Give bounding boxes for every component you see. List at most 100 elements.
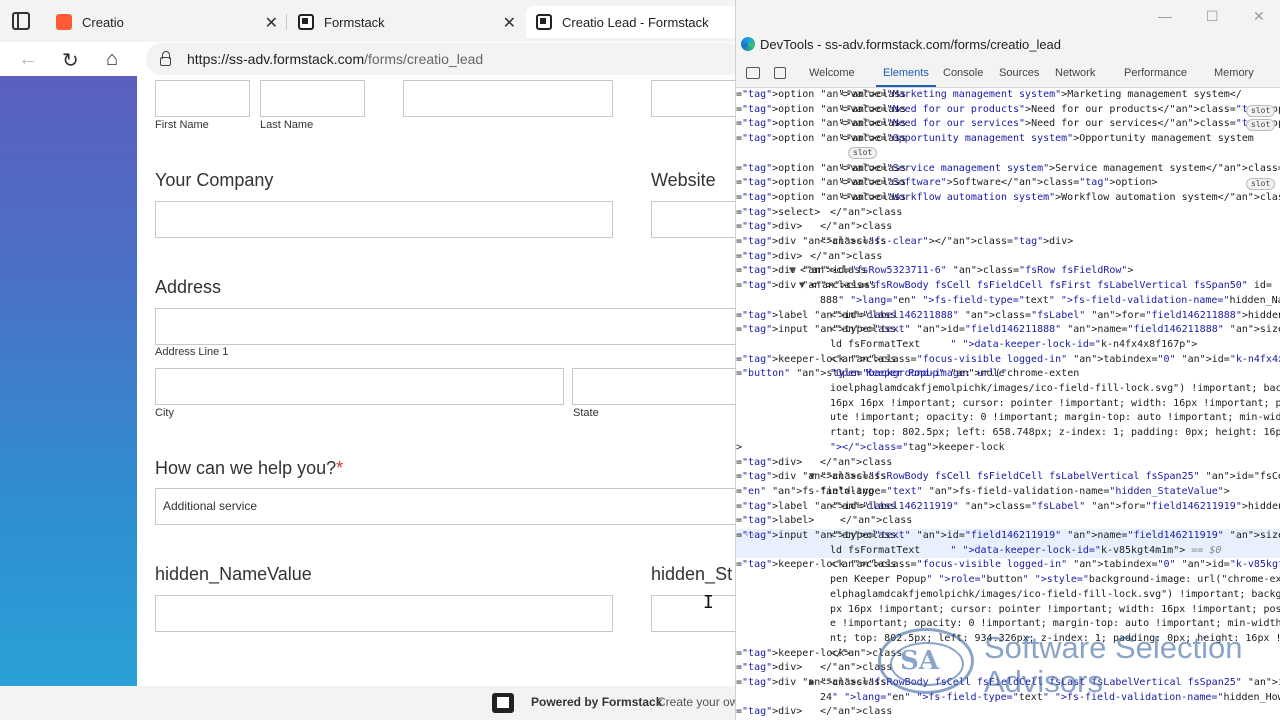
url-field[interactable]: https://ss-adv.formstack.com/forms/creat…: [146, 43, 746, 75]
close-icon[interactable]: ✕: [503, 13, 516, 33]
powered-by-text: Powered by Formstack: [531, 695, 663, 709]
close-window-icon[interactable]: ✕: [1253, 8, 1265, 25]
dom-tree-line[interactable]: <"an">class ="tag">option "an">value="Sof…: [736, 176, 1280, 191]
watermark: SA Software Selection Advisors: [878, 624, 1278, 720]
dom-tree-line[interactable]: <"an">class ="tag">div "an">class="fs-cle…: [736, 235, 1280, 250]
dom-tree-line[interactable]: <"an">class ="tag">option "an">value="Wor…: [736, 191, 1280, 206]
browser-tab-bar: Creatio ✕ Formstack ✕ Creatio Lead - For…: [0, 0, 766, 42]
dom-tree-line[interactable]: rtant; top: 802.5px; left: 658.748px; z-…: [736, 426, 1280, 441]
watermark-line2: Advisors: [984, 664, 1103, 699]
dom-tree-line[interactable]: <"an">class ="tag">input "an">type="text"…: [736, 323, 1280, 338]
dom-tree-line[interactable]: 16px 16px !important; cursor: pointer !i…: [736, 397, 1280, 412]
state-input[interactable]: [572, 368, 735, 405]
state-sublabel: State: [573, 407, 599, 419]
dom-tree-line[interactable]: "Open Keeper Popup" "an">role ="button" "…: [736, 367, 1280, 382]
last-name-input[interactable]: [260, 80, 365, 117]
dom-tree-line[interactable]: elphaglamdcakfjemolpichk/images/ico-fiel…: [736, 588, 1280, 603]
dom-tree-line[interactable]: <"an">class ="tag">option "an">value="Mar…: [736, 88, 1280, 103]
create-your-own-link[interactable]: Create your own: [657, 695, 735, 709]
hidden-name-label: hidden_NameValue: [155, 564, 312, 584]
formstack-favicon-icon: [536, 14, 552, 30]
creatio-favicon-icon: [56, 14, 72, 30]
dom-tree-line[interactable]: <"an">class ="tag">option "an">value="Nee…: [736, 103, 1280, 118]
dom-tree-line[interactable]: </"an">class ="tag">label>: [736, 514, 1280, 529]
tab-performance[interactable]: Performance: [1124, 67, 1187, 79]
address-line1-input[interactable]: [155, 308, 735, 345]
company-input[interactable]: [155, 201, 613, 238]
name-extra-input[interactable]: [403, 80, 613, 117]
dom-tree-line[interactable]: pen Keeper Popup" ">role="button" ">styl…: [736, 573, 1280, 588]
home-icon[interactable]: ⌂: [106, 48, 118, 71]
device-toolbar-icon[interactable]: [774, 67, 786, 79]
dom-tree-line[interactable]: "an">lang ="en" "an">fs-field-type="text"…: [736, 485, 1280, 500]
dom-tree-line[interactable]: <"an">class ="tag">label "an">id="label14…: [736, 500, 1280, 515]
tab-elements[interactable]: Elements: [883, 67, 929, 79]
devtools-titlebar: — ☐ ✕ DevTools - ss-adv.formstack.com/fo…: [736, 0, 1280, 58]
web-page: First Name Last Name Your Company Websit…: [0, 76, 735, 720]
page-background-gradient: [0, 76, 137, 686]
dom-tree-line[interactable]: px 16px !important; cursor: pointer !imp…: [736, 603, 1280, 618]
tab-formstack[interactable]: Formstack ✕: [288, 6, 524, 38]
dom-tree-line[interactable]: <"an">class ="tag">option "an">value="Opp…: [736, 132, 1280, 147]
dom-tree-line[interactable]: ▼ <"an">class ="tag">div "an">class="fsRow…: [736, 470, 1280, 485]
dom-tree-line[interactable]: <"an">class ="tag">option "an">value="Ser…: [736, 162, 1280, 177]
dom-tree-line[interactable]: slot: [736, 146, 1280, 162]
watermark-line1: Software Selection: [984, 630, 1243, 665]
url-host: https://ss-adv.formstack.com: [187, 51, 365, 67]
dom-tree-line[interactable]: ▼ <"an">class ="tag">div "an">id="fsRow532…: [736, 264, 1280, 279]
dom-tree-line[interactable]: "></">class="tag">keeper-lock >: [736, 441, 1280, 456]
first-name-input[interactable]: [155, 80, 250, 117]
text-cursor-icon: I: [703, 592, 714, 613]
refresh-icon[interactable]: ↻: [62, 48, 79, 73]
address-line1-sublabel: Address Line 1: [155, 346, 229, 358]
help-label: How can we help you?*: [155, 458, 343, 479]
required-marker: *: [336, 458, 344, 478]
dom-tree-line[interactable]: <"an">class ="tag">keeper-lock "an">class…: [736, 558, 1280, 573]
tab-title: Creatio Lead - Formstack: [562, 14, 709, 30]
dom-tree-line[interactable]: <"an">class ="tag">keeper-lock "an">class…: [736, 353, 1280, 368]
tab-sources[interactable]: Sources: [999, 67, 1039, 79]
dom-tree-line[interactable]: </"an">class ="tag">div>: [736, 220, 1280, 235]
formstack-favicon-icon: [298, 14, 314, 30]
dom-tree-line[interactable]: <"an">class ="tag">label "an">id="label14…: [736, 309, 1280, 324]
hidden-name-input[interactable]: [155, 595, 613, 632]
watermark-mark: SA: [900, 646, 939, 676]
dom-tree-line[interactable]: ▼ <"an">class ="tag">div "an">class="fsRow…: [736, 279, 1280, 294]
formstack-logo-icon: [492, 693, 514, 713]
tab-creatio[interactable]: Creatio ✕: [46, 6, 286, 38]
dom-tree-line[interactable]: ld fsFormatText " ">data-keeper-lock-id=…: [736, 338, 1280, 353]
minimize-icon[interactable]: —: [1158, 8, 1172, 24]
devtools-tab-strip: Welcome Elements Console Sources Network…: [736, 58, 1280, 88]
dom-tree-line[interactable]: ioelphaglamdcakfjemolpichk/images/ico-fi…: [736, 382, 1280, 397]
dom-tree-line[interactable]: ··· <"an">class ="tag">input "an">type="te…: [736, 529, 1280, 544]
address-label: Address: [155, 277, 222, 297]
tab-console[interactable]: Console: [943, 67, 983, 79]
back-arrow-icon[interactable]: ←: [18, 48, 38, 71]
devtools-title: DevTools - ss-adv.formstack.com/forms/cr…: [760, 37, 1062, 52]
inspect-element-icon[interactable]: [746, 67, 760, 79]
help-select[interactable]: Additional service: [155, 488, 735, 525]
lock-icon[interactable]: [160, 50, 171, 66]
website-input[interactable]: [651, 201, 735, 238]
website-label: Website: [651, 170, 716, 190]
tab-creatio-lead[interactable]: Creatio Lead - Formstack ✕: [526, 6, 766, 38]
tab-network[interactable]: Network: [1055, 67, 1095, 79]
hidden-state-input[interactable]: [651, 595, 735, 632]
dom-tree-line[interactable]: </"an">class ="tag">div>: [736, 250, 1280, 265]
dom-tree-line[interactable]: </"an">class ="tag">div>: [736, 456, 1280, 471]
tab-memory[interactable]: Memory: [1214, 67, 1254, 79]
close-icon[interactable]: ✕: [265, 13, 278, 33]
maximize-icon[interactable]: ☐: [1206, 8, 1219, 25]
dom-tree-line[interactable]: </"an">class ="tag">select>: [736, 206, 1280, 221]
dom-tree-line[interactable]: ute !important; opacity: 0 !important; m…: [736, 411, 1280, 426]
name-right-input[interactable]: [651, 80, 735, 117]
dom-tree-line[interactable]: ld fsFormatText " ">data-keeper-lock-id=…: [736, 543, 1280, 559]
tab-welcome[interactable]: Welcome: [809, 67, 855, 79]
tab-divider: [286, 14, 287, 30]
city-input[interactable]: [155, 368, 564, 405]
tab-title: Creatio: [82, 14, 124, 30]
dom-tree-line[interactable]: <"an">class ="tag">option "an">value="Nee…: [736, 117, 1280, 132]
dom-tree-line[interactable]: 888" ">lang="en" ">fs-field-type="text" …: [736, 294, 1280, 309]
first-name-sublabel: First Name: [155, 119, 209, 131]
tab-actions-icon[interactable]: [12, 12, 30, 30]
